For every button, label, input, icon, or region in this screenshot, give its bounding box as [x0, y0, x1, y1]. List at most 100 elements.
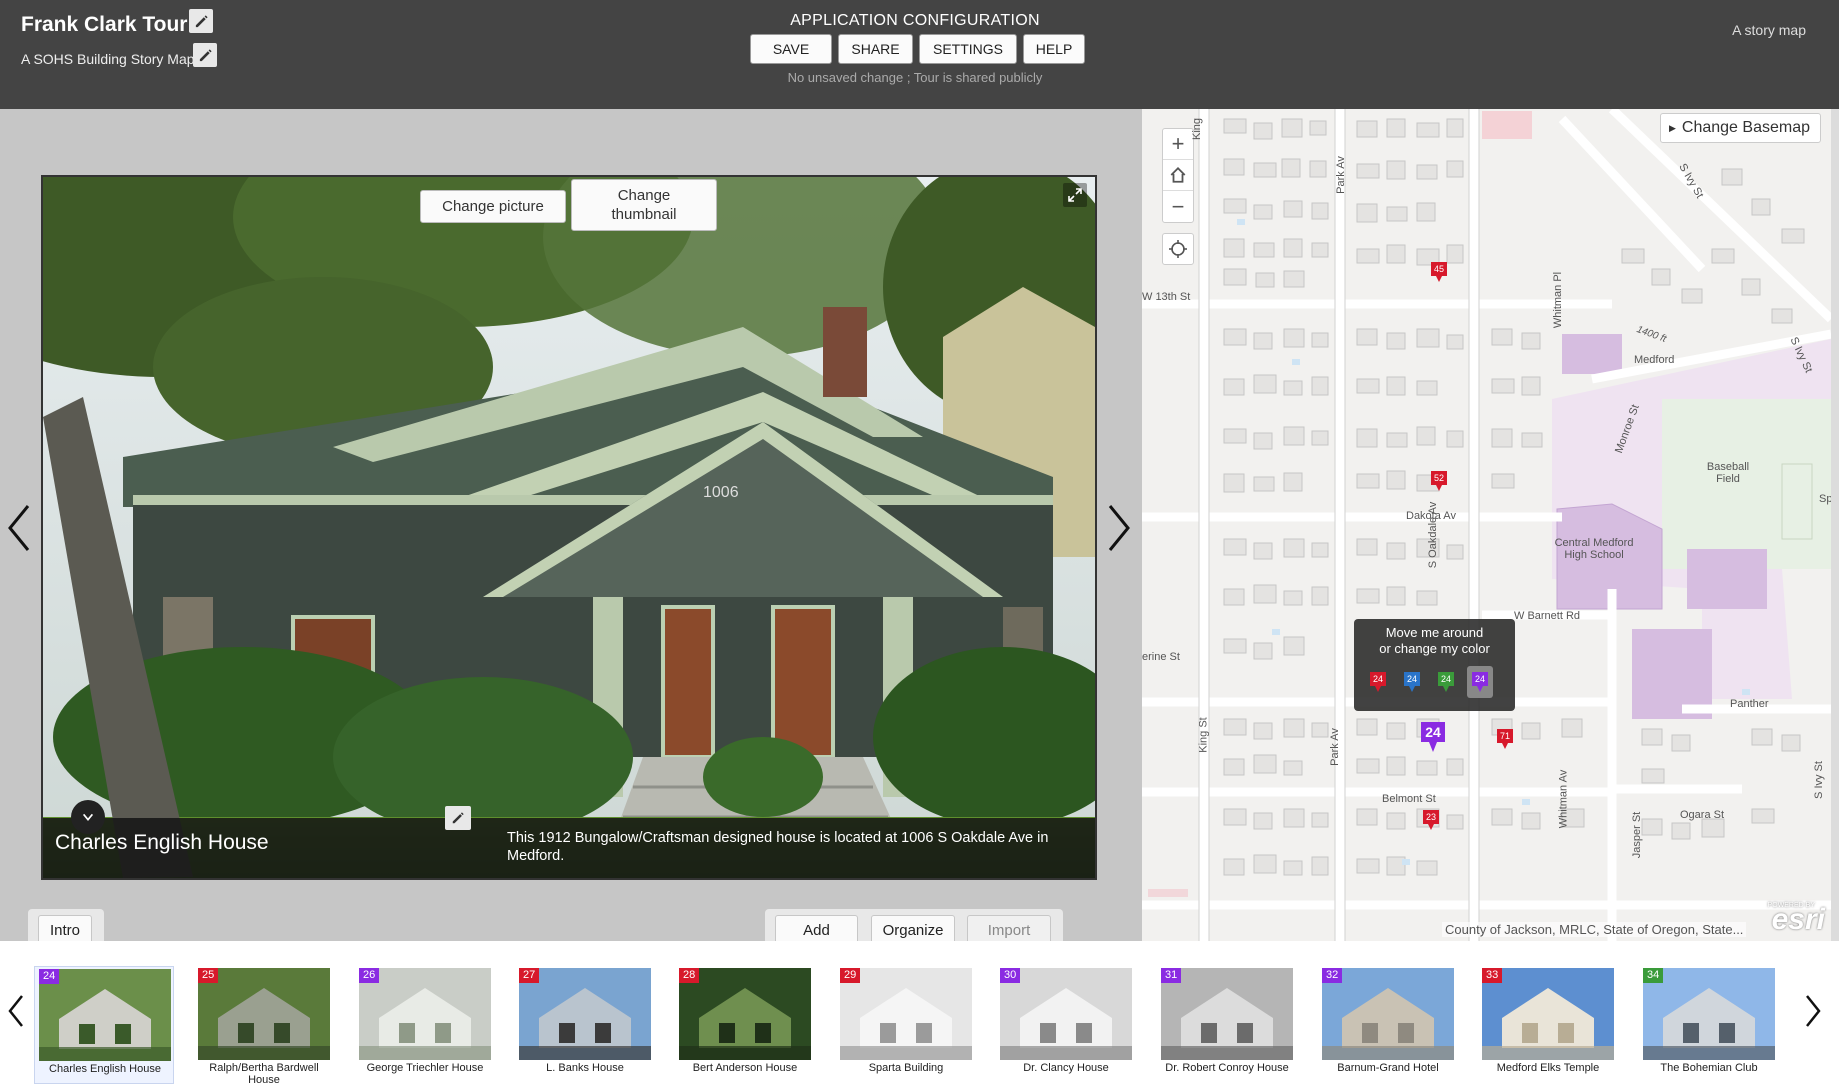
street-label: W Barnett Rd [1514, 610, 1581, 622]
thumbnail-number: 24 [39, 969, 60, 984]
chevron-right-icon [1108, 505, 1130, 551]
red-color-option[interactable]: 24 [1365, 666, 1391, 698]
thumbnail-carousel: 24 Charles English House 25 Ralph/Bertha Ba… [0, 941, 1839, 1084]
street-label: Park Av [1334, 156, 1347, 194]
save-status: No unsaved change ; Tour is shared publi… [787, 70, 1043, 85]
popup-line2: or change my color [1379, 641, 1490, 656]
thumbnail-number: 28 [679, 968, 700, 983]
street-label: Jasper St [1631, 811, 1644, 859]
place-label: Medford [1634, 354, 1675, 366]
main-photo: 1006 Change picture Change thumbnail Cha… [41, 175, 1097, 880]
thumbnail-label: Bert Anderson House [692, 1062, 798, 1074]
thumbnail-number: 33 [1482, 968, 1503, 983]
street-label: Panther [1730, 698, 1769, 710]
caption-title[interactable]: Charles English House [55, 831, 269, 855]
expand-icon [1068, 188, 1082, 202]
carousel-thumbnail[interactable]: 32 Barnum-Grand Hotel [1318, 966, 1458, 1084]
carousel-next-button[interactable] [1800, 991, 1826, 1031]
thumbnail-label: Medford Elks Temple [1496, 1062, 1600, 1074]
thumbnail-label: Dr. Clancy House [1023, 1062, 1109, 1074]
red-pin-icon: 24 [1370, 672, 1386, 692]
chevron-left-icon [8, 995, 23, 1027]
zoom-out-button[interactable]: − [1163, 191, 1193, 222]
carousel-thumbnail[interactable]: 34 The Bohemian Club [1639, 966, 1779, 1084]
street-label: S Oakdale Av [1427, 501, 1440, 569]
story-subtitle: A SOHS Building Story Map [21, 51, 195, 67]
place-label: Central Medford High School [1554, 537, 1634, 561]
thumbnail-number: 27 [519, 968, 540, 983]
change-picture-button[interactable]: Change picture [420, 190, 566, 223]
home-button[interactable] [1163, 160, 1193, 191]
street-label: King St [1197, 717, 1210, 753]
purple-color-option[interactable]: 24 [1467, 666, 1493, 698]
street-label: Whitman Pl [1552, 271, 1565, 329]
thumbnail-label: Ralph/Bertha Bardwell House [209, 1062, 319, 1084]
locate-button[interactable] [1162, 233, 1194, 265]
thumbnail-number: 31 [1161, 968, 1182, 983]
street-label: Whitman Av [1557, 769, 1570, 829]
share-button[interactable]: SHARE [838, 34, 913, 64]
svg-text:24: 24 [1373, 674, 1383, 684]
help-button[interactable]: HELP [1023, 34, 1085, 64]
edit-caption-button[interactable] [445, 806, 471, 830]
pin-color-popup: Move me around or change my color 24 24 … [1354, 619, 1515, 711]
street-label: Park Av [1328, 728, 1341, 766]
carousel-thumbnail[interactable]: 26 George Triechler House [355, 966, 495, 1084]
fullscreen-button[interactable] [1063, 183, 1087, 207]
caret-right-icon: ▶ [1668, 122, 1676, 133]
change-thumbnail-button[interactable]: Change thumbnail [571, 179, 717, 231]
collapse-caption-button[interactable] [71, 800, 105, 834]
selected-map-pin[interactable]: 24 [1420, 721, 1446, 753]
green-pin-icon: 24 [1438, 672, 1454, 692]
thumbnail-number: 29 [840, 968, 861, 983]
map-view[interactable]: + − ▶ Change Basemap King Park Av W 13th… [1142, 109, 1831, 941]
settings-button[interactable]: SETTINGS [919, 34, 1017, 64]
thumbnail-number: 26 [359, 968, 380, 983]
pin-number: 24 [1425, 724, 1441, 740]
pin-number: 23 [1426, 812, 1436, 822]
carousel-thumbnail[interactable]: 27 L. Banks House [515, 966, 655, 1084]
carousel-thumbnail[interactable]: 28 Bert Anderson House [675, 966, 815, 1084]
blue-color-option[interactable]: 24 [1399, 666, 1425, 698]
next-arrow[interactable] [1104, 498, 1134, 558]
edit-subtitle-button[interactable] [193, 43, 217, 67]
svg-text:24: 24 [1475, 674, 1485, 684]
street-label: erine St [1142, 651, 1180, 663]
pencil-icon [452, 812, 464, 824]
map-pin[interactable]: 45 [1430, 261, 1448, 283]
carousel-thumbnail[interactable]: 33 Medford Elks Temple [1478, 966, 1618, 1084]
thumbnail-label: Barnum-Grand Hotel [1337, 1062, 1439, 1074]
change-basemap-button[interactable]: ▶ Change Basemap [1659, 113, 1821, 143]
save-button[interactable]: SAVE [750, 34, 832, 64]
thumbnail-label: The Bohemian Club [1660, 1062, 1758, 1074]
carousel-thumbnail[interactable]: 25 Ralph/Bertha Bardwell House [194, 966, 334, 1084]
zoom-in-button[interactable]: + [1163, 129, 1193, 160]
carousel-thumbnail[interactable]: 30 Dr. Clancy House [996, 966, 1136, 1084]
map-pin[interactable]: 52 [1430, 470, 1448, 492]
street-label: Sp [1819, 493, 1831, 505]
carousel-thumbnail[interactable]: 31 Dr. Robert Conroy House [1157, 966, 1297, 1084]
house-photo: 1006 [43, 177, 1095, 878]
map-pin[interactable]: 23 [1422, 809, 1440, 831]
chevron-down-icon [82, 813, 94, 821]
map-scrollbar[interactable] [1831, 109, 1839, 941]
thumbnail-number: 25 [198, 968, 219, 983]
purple-pin-icon: 24 [1472, 672, 1488, 692]
config-toolbar: SAVE SHARE SETTINGS HELP [750, 34, 1085, 64]
esri-logo[interactable]: esri [1772, 903, 1825, 937]
carousel-thumbnail[interactable]: 24 Charles English House [34, 966, 174, 1084]
carousel-thumbnail[interactable]: 29 Sparta Building [836, 966, 976, 1084]
thumbnail-number: 30 [1000, 968, 1021, 983]
previous-arrow[interactable] [4, 498, 34, 558]
map-pin[interactable]: 71 [1496, 728, 1514, 750]
green-color-option[interactable]: 24 [1433, 666, 1459, 698]
popup-line1: Move me around [1385, 625, 1484, 640]
crosshair-icon [1169, 240, 1187, 258]
pin-number: 45 [1434, 264, 1444, 274]
change-basemap-label: Change Basemap [1681, 119, 1810, 136]
pencil-icon [199, 48, 212, 61]
caption-description[interactable]: This 1912 Bungalow/Craftsman designed ho… [507, 829, 1067, 865]
carousel-prev-button[interactable] [3, 991, 29, 1031]
chevron-right-icon [1806, 995, 1821, 1027]
pin-number: 71 [1500, 731, 1510, 741]
